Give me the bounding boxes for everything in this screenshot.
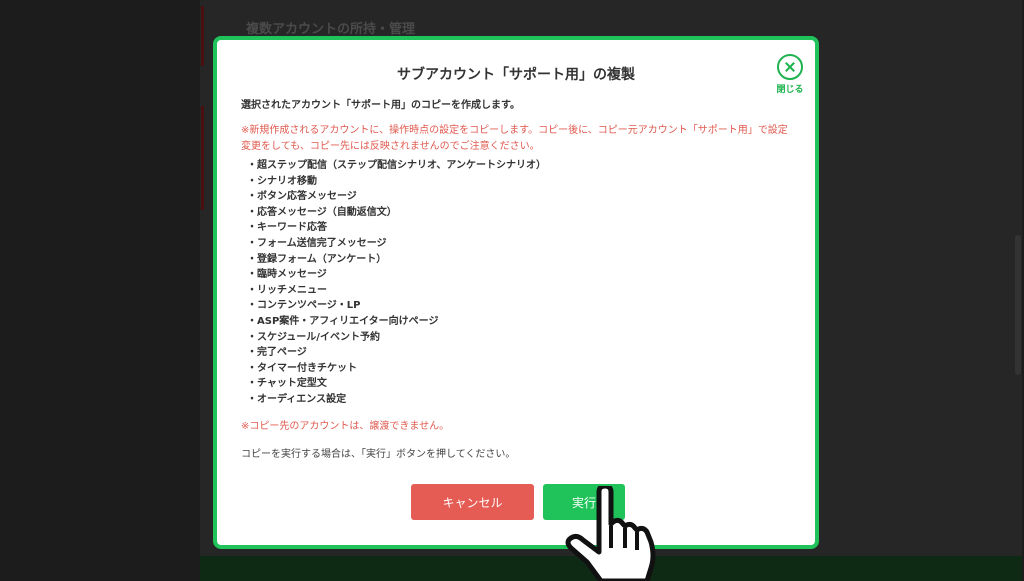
hand-cursor-icon — [565, 486, 656, 581]
background-heading: 複数アカウントの所持・管理 — [246, 22, 416, 37]
close-icon — [777, 54, 803, 80]
background-accent-bar — [201, 6, 204, 66]
list-item: ・キーワード応答 — [247, 222, 327, 234]
cancel-button[interactable]: キャンセル — [411, 484, 534, 520]
intro-text: 選択されたアカウント「サポート用」のコピーを作成します。 — [241, 100, 520, 111]
list-item: ・臨時メッセージ — [247, 269, 327, 281]
list-item: ・オーディエンス設定 — [247, 393, 347, 405]
copy-items-list: ・超ステップ配信（ステップ配信シナリオ、アンケートシナリオ） ・シナリオ移動 ・… — [247, 158, 546, 408]
background-scrollbar — [1015, 235, 1021, 375]
list-item: ・スケジュール/イベント予約 — [247, 331, 380, 343]
list-item: ・タイマー付きチケット — [247, 362, 357, 374]
background-accent-bar — [201, 106, 204, 210]
transfer-note: ※コピー先のアカウントは、譲渡できません。 — [241, 421, 450, 432]
list-item: ・フォーム送信完了メッセージ — [247, 237, 387, 249]
duplicate-account-modal: サブアカウント「サポート用」の複製 閉じる 選択されたアカウント「サポート用」の… — [213, 36, 819, 549]
list-item: ・チャット定型文 — [247, 378, 327, 390]
warning-text: ※新規作成されるアカウントに、操作時点の設定をコピーします。コピー後に、コピー元… — [241, 125, 788, 152]
close-label: 閉じる — [776, 85, 804, 95]
close-button[interactable]: 閉じる — [773, 54, 807, 95]
list-item: ・ボタン応答メッセージ — [247, 191, 357, 203]
instruction-text: コピーを実行する場合は、「実行」ボタンを押してください。 — [241, 449, 516, 460]
list-item: ・シナリオ移動 — [247, 175, 317, 187]
list-item: ・完了ページ — [247, 347, 307, 359]
list-item: ・コンテンツページ・LP — [247, 300, 361, 312]
list-item: ・登録フォーム（アンケート） — [247, 253, 387, 265]
list-item: ・リッチメニュー — [247, 284, 327, 296]
list-item: ・応答メッセージ（自動返信文） — [247, 206, 397, 218]
list-item: ・超ステップ配信（ステップ配信シナリオ、アンケートシナリオ） — [247, 160, 546, 171]
modal-title: サブアカウント「サポート用」の複製 — [397, 67, 635, 83]
list-item: ・ASP案件・アフィリエイター向けページ — [247, 315, 439, 327]
